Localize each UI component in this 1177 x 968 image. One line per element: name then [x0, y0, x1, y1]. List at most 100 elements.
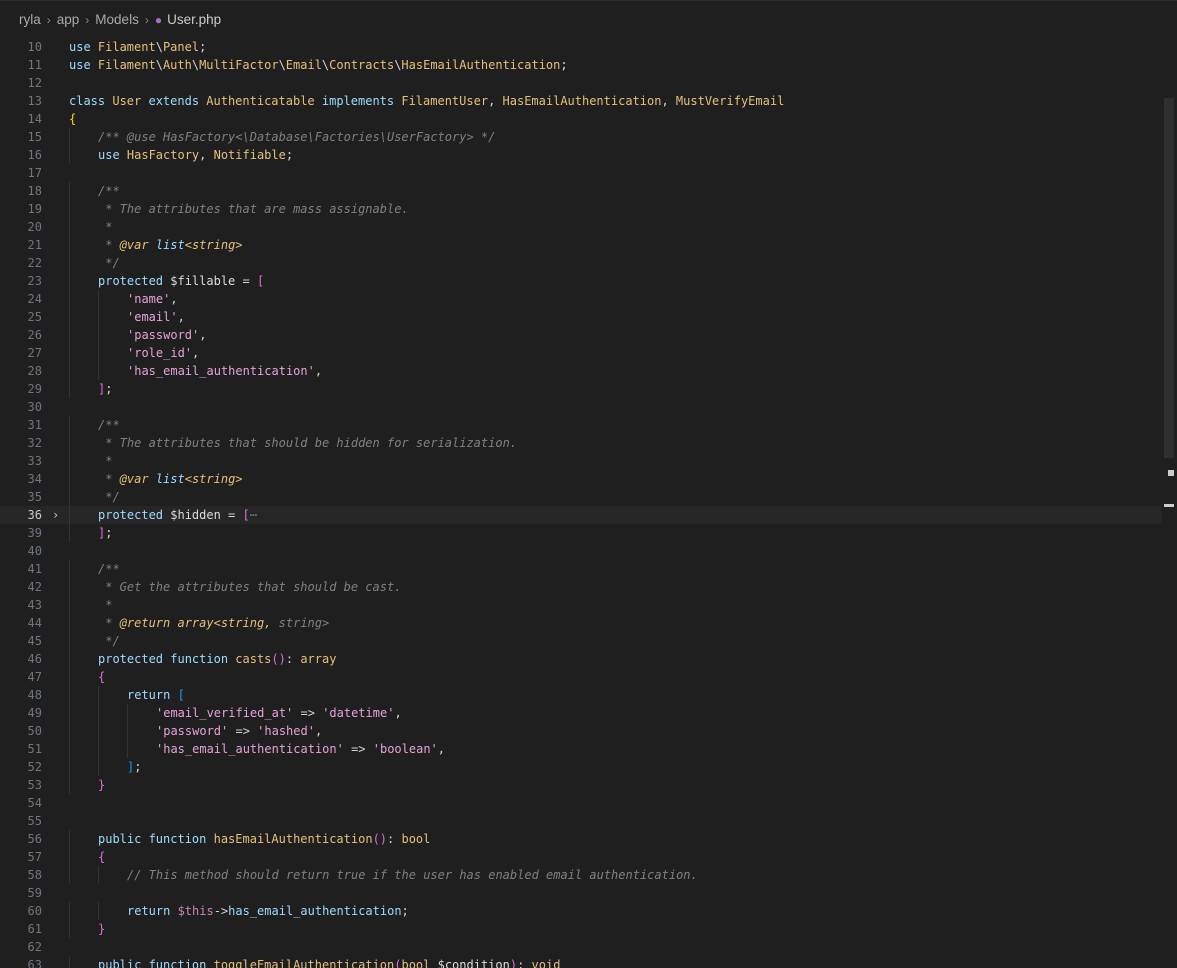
- code-line[interactable]: 35 */: [0, 488, 1162, 506]
- vertical-scrollbar[interactable]: [1163, 98, 1177, 968]
- line-number: 54: [27, 796, 42, 810]
- code-line[interactable]: 56 public function hasEmailAuthentication…: [0, 830, 1162, 848]
- code-text: protected function casts(): array: [98, 650, 336, 668]
- code-line[interactable]: 53}: [0, 776, 1162, 794]
- breadcrumb-item-file[interactable]: User.php: [167, 12, 221, 27]
- code-line[interactable]: 12: [0, 74, 1162, 92]
- indent-guide: [69, 848, 70, 866]
- code-line[interactable]: 58 // This method should return true if t…: [0, 866, 1162, 884]
- code-line[interactable]: 54: [0, 794, 1162, 812]
- code-text: /**: [98, 182, 120, 200]
- code-line[interactable]: 32 * The attributes that should be hidde…: [0, 434, 1162, 452]
- code-line[interactable]: 51 'has_email_authentication' => 'boolean…: [0, 740, 1162, 758]
- code-token: toggleEmailAuthentication: [213, 958, 395, 968]
- code-line[interactable]: 36 › protected $hidden = [⋯: [0, 506, 1162, 524]
- code-line[interactable]: 27 'role_id',: [0, 344, 1162, 362]
- breadcrumb-item-models[interactable]: Models: [95, 12, 139, 27]
- indent-guide: [69, 776, 70, 794]
- code-line[interactable]: 10 use Filament\Panel;: [0, 38, 1162, 56]
- code-line[interactable]: 18 /**: [0, 182, 1162, 200]
- code-token: /**: [98, 184, 120, 198]
- code-line[interactable]: 47 {: [0, 668, 1162, 686]
- code-line[interactable]: 46 protected function casts(): array: [0, 650, 1162, 668]
- code-token: @return: [119, 616, 178, 630]
- code-line[interactable]: 49 'email_verified_at' => 'datetime',: [0, 704, 1162, 722]
- code-line[interactable]: 62: [0, 938, 1162, 956]
- code-line[interactable]: 41 /**: [0, 560, 1162, 578]
- code-token: Auth: [162, 58, 192, 72]
- scrollbar-thumb[interactable]: [1164, 98, 1174, 458]
- code-line[interactable]: 34 * @var list<string>: [0, 470, 1162, 488]
- code-line[interactable]: 20 *: [0, 218, 1162, 236]
- indent-guide: [69, 740, 70, 758]
- code-token: {: [69, 112, 77, 126]
- code-token: \: [191, 58, 200, 72]
- code-line[interactable]: 42 * Get the attributes that should be c…: [0, 578, 1162, 596]
- code-line[interactable]: 59: [0, 884, 1162, 902]
- code-text: 'has_email_authentication' => 'boolean',: [156, 740, 445, 758]
- code-line[interactable]: 44 * @return array<string, string>: [0, 614, 1162, 632]
- code-token: Authenticatable: [206, 94, 322, 108]
- code-text: ];: [127, 758, 141, 776]
- code-line[interactable]: 25 'email',: [0, 308, 1162, 326]
- code-line[interactable]: 17: [0, 164, 1162, 182]
- code-line[interactable]: 19 * The attributes that are mass assign…: [0, 200, 1162, 218]
- code-line[interactable]: 16 use HasFactory, Notifiable;: [0, 146, 1162, 164]
- code-text: 'has_email_authentication',: [127, 362, 322, 380]
- fold-chevron-icon[interactable]: ›: [52, 506, 64, 524]
- code-line[interactable]: 61}: [0, 920, 1162, 938]
- line-number: 24: [27, 292, 42, 306]
- indent-guide: [69, 956, 70, 968]
- code-line[interactable]: 45 */: [0, 632, 1162, 650]
- code-line[interactable]: 40: [0, 542, 1162, 560]
- code-token: has_email_authentication: [228, 904, 402, 918]
- code-line[interactable]: 63 public function toggleEmailAuthenticat…: [0, 956, 1162, 968]
- indent-guide: [69, 236, 70, 254]
- code-line[interactable]: 30: [0, 398, 1162, 416]
- code-line[interactable]: 22 */: [0, 254, 1162, 272]
- code-text: *: [98, 452, 112, 470]
- code-token: ,: [199, 328, 207, 342]
- code-line[interactable]: 26 'password',: [0, 326, 1162, 344]
- line-number: 61: [27, 922, 42, 936]
- code-editor[interactable]: 10 use Filament\Panel; 11 use Filament\Auth…: [0, 38, 1162, 968]
- indent-guide: [98, 308, 99, 326]
- code-text: use Filament\Panel;: [69, 38, 206, 56]
- breadcrumb-item-ryla[interactable]: ryla: [19, 12, 41, 27]
- line-number: 31: [27, 418, 42, 432]
- code-line[interactable]: 14 {: [0, 110, 1162, 128]
- code-line[interactable]: 33 *: [0, 452, 1162, 470]
- line-number: 44: [27, 616, 42, 630]
- line-number: 42: [27, 580, 42, 594]
- indent-guide: [69, 182, 70, 200]
- code-token: /**: [98, 562, 120, 576]
- indent-guide: [69, 722, 70, 740]
- code-line[interactable]: 52];: [0, 758, 1162, 776]
- code-line[interactable]: 57 {: [0, 848, 1162, 866]
- line-number: 20: [27, 220, 42, 234]
- code-line[interactable]: 24 'name',: [0, 290, 1162, 308]
- code-line[interactable]: 15 /** @use HasFactory<\Database\Factorie…: [0, 128, 1162, 146]
- code-line[interactable]: 29];: [0, 380, 1162, 398]
- code-line[interactable]: 50 'password' => 'hashed',: [0, 722, 1162, 740]
- code-line[interactable]: 23 protected $fillable = [: [0, 272, 1162, 290]
- breadcrumb-item-app[interactable]: app: [57, 12, 80, 27]
- code-line[interactable]: 48 return [: [0, 686, 1162, 704]
- code-line[interactable]: 28 'has_email_authentication',: [0, 362, 1162, 380]
- code-line[interactable]: 11 use Filament\Auth\MultiFactor\Email\Co…: [0, 56, 1162, 74]
- code-line[interactable]: 31 /**: [0, 416, 1162, 434]
- code-token: HasFactory: [126, 148, 200, 162]
- code-line[interactable]: 21 * @var list<string>: [0, 236, 1162, 254]
- code-token: 'has_email_authentication': [156, 742, 344, 756]
- code-text: * @return array<string, string>: [98, 614, 329, 632]
- code-line[interactable]: 60 return $this->has_email_authentication…: [0, 902, 1162, 920]
- code-text: 'role_id',: [127, 344, 199, 362]
- indent-guide: [69, 596, 70, 614]
- indent-guide: [98, 902, 99, 920]
- code-line[interactable]: 13 class User extends Authenticatable imp…: [0, 92, 1162, 110]
- code-line[interactable]: 55: [0, 812, 1162, 830]
- code-text: * Get the attributes that should be cast…: [98, 578, 401, 596]
- code-line[interactable]: 39];: [0, 524, 1162, 542]
- code-line[interactable]: 43 *: [0, 596, 1162, 614]
- chevron-right-icon: ›: [144, 12, 149, 27]
